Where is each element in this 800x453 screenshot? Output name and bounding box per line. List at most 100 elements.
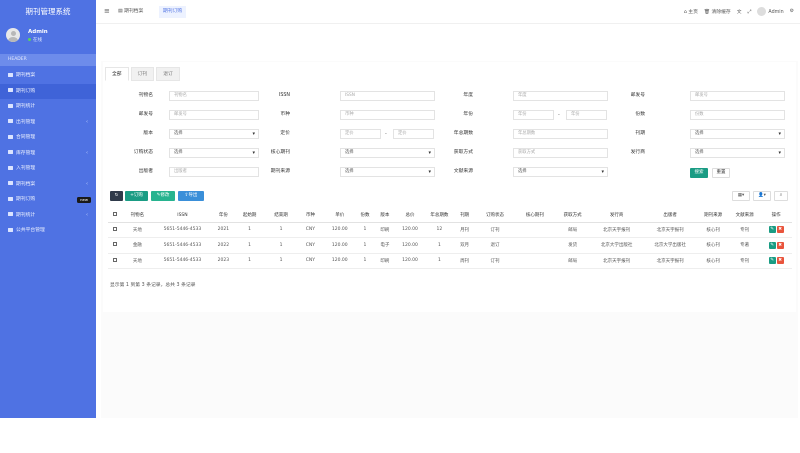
table-cell: 2022 bbox=[212, 237, 234, 254]
filter-input[interactable]: 份数 bbox=[690, 110, 785, 120]
fullscreen-icon[interactable]: ⤢ bbox=[748, 9, 752, 15]
filter-select[interactable]: 选择 bbox=[513, 167, 608, 177]
export-button[interactable]: ⇪导出 bbox=[178, 191, 204, 201]
filter-input[interactable]: ISSN bbox=[340, 91, 435, 101]
sidebar-item[interactable]: 入刊管理 bbox=[0, 161, 96, 177]
tab-journal-archive[interactable]: ▤ 期刊档案 bbox=[114, 6, 147, 18]
sidebar-nav: 期刊档案 期刊订购 期刊统计 出刊管理 ‹ 合同管理库存管理 ‹ 入刊管理 期刊档案 ‹ 期刊订购 n… bbox=[0, 68, 96, 239]
row-checkbox[interactable] bbox=[108, 237, 123, 254]
search-button[interactable]: 搜索 bbox=[690, 168, 708, 178]
menu-item-icon bbox=[8, 72, 13, 77]
form-label: 年度 bbox=[463, 93, 473, 98]
filter-select[interactable]: 选择 bbox=[340, 148, 435, 158]
sidebar-item[interactable]: 出刊管理 ‹ bbox=[0, 115, 96, 131]
new-badge: new bbox=[77, 197, 91, 203]
menu-item-icon bbox=[8, 134, 13, 139]
delete-row-icon[interactable]: ✖ bbox=[776, 257, 784, 265]
range-from-input[interactable]: 定价 bbox=[340, 129, 381, 139]
edit-row-icon[interactable]: ✎ bbox=[768, 241, 776, 249]
table-cell: 北京大学出版社 bbox=[642, 237, 698, 254]
clear-cache-link[interactable]: 🗑 清除缓存 bbox=[704, 8, 731, 15]
form-label: 订购状态 bbox=[133, 150, 153, 155]
tab-journal-order[interactable]: 期刊订购 bbox=[159, 6, 187, 18]
sidebar-item[interactable]: 期刊订购 bbox=[0, 83, 96, 99]
table-cell: 天地 bbox=[122, 253, 153, 269]
tab-subscribe[interactable]: 订刊 bbox=[130, 67, 155, 81]
table-row[interactable]: 天地 5651-5446-4533 2023 1 1 CNY 120.00 1 印刷 120.00… bbox=[108, 253, 792, 269]
nav-header: HEADER bbox=[0, 54, 96, 66]
settings-icon[interactable]: ⚙ bbox=[790, 9, 794, 14]
sidebar-item[interactable]: 期刊统计 bbox=[0, 99, 96, 115]
user-status: 在线 bbox=[28, 37, 42, 43]
table-cell: 周刊 bbox=[454, 253, 476, 269]
reset-button[interactable]: 重置 bbox=[712, 168, 730, 178]
table-cell: 北京天宇报刊 bbox=[642, 222, 698, 238]
table-cell: 印刷 bbox=[374, 253, 396, 269]
filter-select[interactable]: 选择 bbox=[690, 129, 785, 139]
topbar: ≡ ▤ 期刊档案 期刊订购 ⌂ 主页 🗑 清除缓存 文 ⤢ Admin ⚙ bbox=[96, 0, 800, 24]
sidebar-item[interactable]: 库存管理 ‹ bbox=[0, 146, 96, 162]
table-body: 天地 5651-5446-4533 2021 1 1 CNY 120.00 1 印刷 120.00… bbox=[108, 222, 792, 269]
columns-toggle-button[interactable]: ▦▾ bbox=[732, 191, 750, 201]
table-cell: 1 bbox=[233, 237, 266, 254]
edit-row-icon[interactable]: ✎ bbox=[768, 226, 776, 234]
table-cell: 北京天宇报刊 bbox=[590, 253, 643, 269]
delete-row-icon[interactable]: ✖ bbox=[776, 241, 784, 249]
table-cell: 1 bbox=[355, 253, 375, 269]
filter-input[interactable]: 年总期数 bbox=[513, 129, 608, 139]
form-label: 获取方式 bbox=[453, 150, 473, 155]
sidebar-item[interactable]: 期刊订购 new bbox=[0, 192, 96, 208]
edit-row-icon[interactable]: ✎ bbox=[768, 257, 776, 265]
tab-unsubscribe[interactable]: 退订 bbox=[156, 67, 180, 81]
edit-button[interactable]: ✎修改 bbox=[151, 191, 175, 201]
row-checkbox[interactable] bbox=[108, 253, 123, 269]
refresh-button[interactable]: ↻ bbox=[110, 191, 123, 201]
form-label: 份数 bbox=[635, 112, 645, 117]
table-cell: 订刊 bbox=[475, 222, 515, 238]
sidebar-item[interactable]: 期刊统计 ‹ bbox=[0, 208, 96, 224]
menu-toggle-icon[interactable]: ≡ bbox=[104, 8, 110, 15]
column-header: 年份 bbox=[212, 209, 234, 223]
table-cell: 12 bbox=[424, 222, 455, 238]
delete-row-icon[interactable]: ✖ bbox=[776, 226, 784, 234]
sidebar-item-label: 公共平台管理 bbox=[16, 228, 45, 233]
form-label: 发行商 bbox=[630, 150, 645, 155]
row-checkbox[interactable] bbox=[108, 222, 123, 238]
sidebar-item[interactable]: 合同管理 bbox=[0, 130, 96, 146]
table-row[interactable]: 金融 5651-5446-4533 2022 1 1 CNY 120.00 1 电子 120.00… bbox=[108, 237, 792, 254]
user-menu[interactable]: Admin bbox=[757, 7, 784, 16]
tab-all[interactable]: 全部 bbox=[105, 67, 129, 81]
filter-input[interactable]: 年度 bbox=[513, 91, 608, 101]
sidebar-item[interactable]: 期刊档案 bbox=[0, 68, 96, 84]
add-order-button[interactable]: +订购 bbox=[125, 191, 148, 201]
sidebar-item-label: 库存管理 bbox=[16, 150, 36, 156]
table-row[interactable]: 天地 5651-5446-4533 2021 1 1 CNY 120.00 1 印刷 120.00… bbox=[108, 222, 792, 238]
column-header: 操作 bbox=[760, 209, 792, 223]
user-filter-button[interactable]: 👤▾ bbox=[753, 191, 771, 201]
column-header: 结束期 bbox=[265, 209, 297, 223]
online-dot-icon bbox=[28, 38, 31, 41]
sidebar-item[interactable]: 公共平台管理 bbox=[0, 223, 96, 239]
sidebar-item[interactable]: 期刊档案 ‹ bbox=[0, 177, 96, 193]
filter-input[interactable]: 获取方式 bbox=[513, 148, 608, 158]
row-actions: ✎ ✖ bbox=[760, 253, 792, 269]
table-cell: 专刊 bbox=[728, 253, 761, 269]
filter-select[interactable]: 选择 bbox=[690, 148, 785, 158]
table-cell: 2023 bbox=[212, 253, 234, 269]
user-status-text: 在线 bbox=[33, 38, 42, 43]
translate-icon[interactable]: 文 bbox=[737, 8, 742, 15]
sidebar-item-label: 合同管理 bbox=[16, 135, 36, 140]
home-link[interactable]: ⌂ 主页 bbox=[684, 8, 698, 15]
table-search-button[interactable]: ⌕ bbox=[774, 191, 788, 201]
user-avatar bbox=[6, 28, 20, 42]
select-all-checkbox[interactable] bbox=[108, 209, 123, 223]
filter-input[interactable]: 邮发号 bbox=[690, 91, 785, 101]
table-cell: 1 bbox=[265, 253, 297, 269]
range-from-input[interactable]: 年份 bbox=[513, 110, 554, 120]
column-header: 刊期 bbox=[454, 209, 476, 223]
checkbox-icon bbox=[113, 257, 118, 262]
filter-select[interactable]: 选择 bbox=[340, 167, 435, 177]
filter-input[interactable]: 币种 bbox=[340, 110, 435, 120]
sidebar: 期刊管理系统 Admin 在线 HEADER 期刊档案 期刊订购 期刊统计 出刊管理 ‹… bbox=[0, 0, 96, 418]
table-cell: 天地 bbox=[122, 222, 153, 238]
